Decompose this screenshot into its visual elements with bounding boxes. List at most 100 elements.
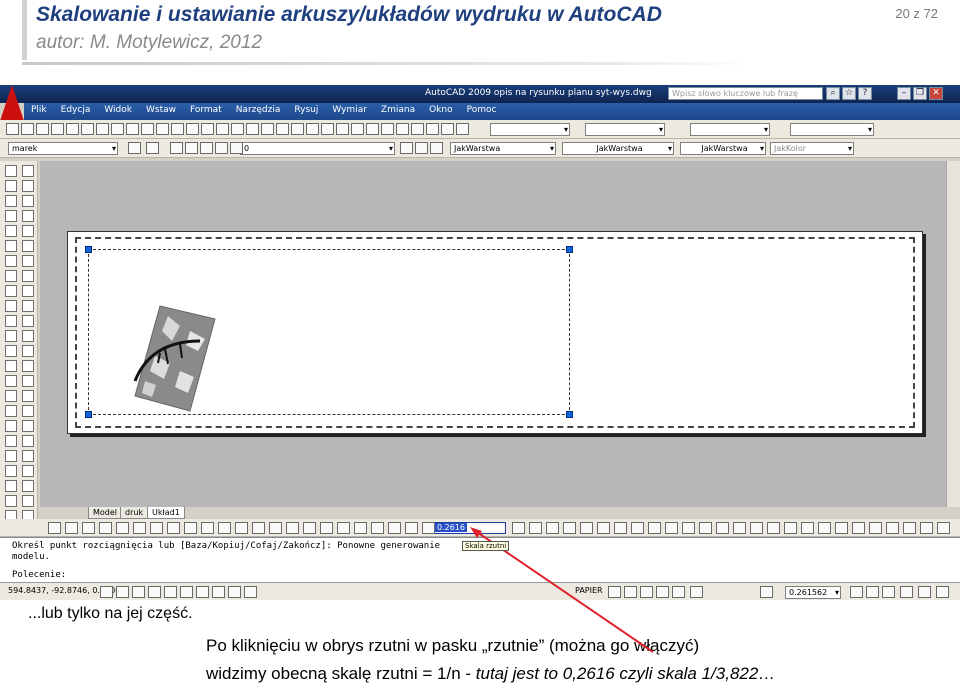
tool-icon[interactable] bbox=[150, 522, 163, 534]
tool-icon[interactable] bbox=[801, 522, 814, 534]
status-scale-dropdown[interactable]: 0.261562 bbox=[785, 586, 841, 599]
tool-icon[interactable] bbox=[252, 522, 265, 534]
tool-icon[interactable] bbox=[185, 142, 198, 154]
tool-icon[interactable] bbox=[81, 123, 94, 135]
tool-icon[interactable] bbox=[22, 375, 34, 387]
tool-icon[interactable] bbox=[231, 123, 244, 135]
tool-icon[interactable] bbox=[22, 165, 34, 177]
tool-icon[interactable] bbox=[246, 123, 259, 135]
status-toggle-icon[interactable] bbox=[164, 586, 177, 598]
tool-icon[interactable] bbox=[5, 210, 17, 222]
tool-icon[interactable] bbox=[22, 420, 34, 432]
visual-style-dropdown[interactable] bbox=[690, 123, 770, 136]
status-toggle-icon[interactable] bbox=[900, 586, 913, 598]
tool-icon[interactable] bbox=[381, 123, 394, 135]
tool-icon[interactable] bbox=[5, 420, 17, 432]
tool-icon[interactable] bbox=[218, 522, 231, 534]
drawing-area[interactable] bbox=[40, 161, 946, 507]
tool-icon[interactable] bbox=[22, 210, 34, 222]
lineweight-dropdown[interactable]: JakWarstwa bbox=[680, 142, 766, 155]
tool-icon[interactable] bbox=[141, 123, 154, 135]
tool-icon[interactable] bbox=[665, 522, 678, 534]
status-toggle-icon[interactable] bbox=[212, 586, 225, 598]
tool-icon[interactable] bbox=[336, 123, 349, 135]
tool-icon[interactable] bbox=[22, 345, 34, 357]
tool-icon[interactable] bbox=[306, 123, 319, 135]
menu-item[interactable]: Format bbox=[183, 103, 229, 115]
status-toggle-icon[interactable] bbox=[640, 586, 653, 598]
tool-icon[interactable] bbox=[5, 345, 17, 357]
tool-icon[interactable] bbox=[631, 522, 644, 534]
tool-icon[interactable] bbox=[126, 123, 139, 135]
tool-icon[interactable] bbox=[5, 360, 17, 372]
tool-icon[interactable] bbox=[422, 522, 435, 534]
tool-icon[interactable] bbox=[96, 123, 109, 135]
tool-icon[interactable] bbox=[36, 123, 49, 135]
menu-item[interactable]: Narzędzia bbox=[229, 103, 288, 115]
tool-icon[interactable] bbox=[5, 300, 17, 312]
tool-icon[interactable] bbox=[48, 522, 61, 534]
tool-icon[interactable] bbox=[22, 390, 34, 402]
tool-icon[interactable] bbox=[415, 142, 428, 154]
status-toggle-icon[interactable] bbox=[132, 586, 145, 598]
tool-icon[interactable] bbox=[5, 375, 17, 387]
layer-state-dropdown[interactable] bbox=[490, 123, 570, 136]
tool-icon[interactable] bbox=[230, 142, 243, 154]
tool-icon[interactable] bbox=[111, 123, 124, 135]
tool-icon[interactable] bbox=[167, 522, 180, 534]
tool-icon[interactable] bbox=[216, 123, 229, 135]
tool-icon[interactable] bbox=[5, 165, 17, 177]
star-icon[interactable]: ☆ bbox=[842, 87, 856, 100]
tool-icon[interactable] bbox=[903, 522, 916, 534]
tool-icon[interactable] bbox=[184, 522, 197, 534]
tool-icon[interactable] bbox=[170, 142, 183, 154]
status-toggle-icon[interactable] bbox=[608, 586, 621, 598]
tool-icon[interactable] bbox=[699, 522, 712, 534]
close-icon[interactable]: ✕ bbox=[929, 87, 943, 100]
status-toggle-icon[interactable] bbox=[180, 586, 193, 598]
layer-dropdown[interactable]: 0 bbox=[240, 142, 395, 155]
tool-icon[interactable] bbox=[835, 522, 848, 534]
tool-icon[interactable] bbox=[235, 522, 248, 534]
status-toggle-icon[interactable] bbox=[760, 586, 773, 598]
tool-icon[interactable] bbox=[456, 123, 469, 135]
tool-icon[interactable] bbox=[261, 123, 274, 135]
tool-icon[interactable] bbox=[852, 522, 865, 534]
minimize-icon[interactable]: – bbox=[897, 87, 911, 100]
tool-icon[interactable] bbox=[320, 522, 333, 534]
menu-item[interactable]: Zmiana bbox=[374, 103, 422, 115]
tool-icon[interactable] bbox=[597, 522, 610, 534]
tool-icon[interactable] bbox=[286, 522, 299, 534]
menu-item[interactable]: Edycja bbox=[54, 103, 98, 115]
tool-icon[interactable] bbox=[5, 465, 17, 477]
tool-icon[interactable] bbox=[400, 142, 413, 154]
tool-icon[interactable] bbox=[648, 522, 661, 534]
style-dropdown[interactable] bbox=[585, 123, 665, 136]
viewport-grip[interactable] bbox=[85, 246, 92, 253]
tool-icon[interactable] bbox=[682, 522, 695, 534]
named-view-dropdown[interactable] bbox=[790, 123, 874, 136]
tool-icon[interactable] bbox=[405, 522, 418, 534]
tool-icon[interactable] bbox=[430, 142, 443, 154]
tool-icon[interactable] bbox=[5, 255, 17, 267]
linetype-dropdown[interactable]: JakWarstwa bbox=[562, 142, 674, 155]
tab-druk[interactable]: druk bbox=[120, 507, 149, 519]
status-toggle-icon[interactable] bbox=[244, 586, 257, 598]
status-toggle-icon[interactable] bbox=[656, 586, 669, 598]
tool-icon[interactable] bbox=[21, 123, 34, 135]
tool-icon[interactable] bbox=[22, 315, 34, 327]
vertical-scrollbar[interactable] bbox=[946, 161, 960, 507]
tool-icon[interactable] bbox=[920, 522, 933, 534]
tool-icon[interactable] bbox=[156, 123, 169, 135]
tool-icon[interactable] bbox=[200, 142, 213, 154]
menu-item[interactable]: Wstaw bbox=[139, 103, 183, 115]
menu-item[interactable]: Pomoc bbox=[460, 103, 504, 115]
tool-icon[interactable] bbox=[818, 522, 831, 534]
tool-icon[interactable] bbox=[133, 522, 146, 534]
tab-uklad1[interactable]: Układ1 bbox=[147, 507, 185, 519]
color-dropdown[interactable]: JakWarstwa bbox=[450, 142, 556, 155]
tool-icon[interactable] bbox=[767, 522, 780, 534]
viewport-grip[interactable] bbox=[566, 246, 573, 253]
tool-icon[interactable] bbox=[269, 522, 282, 534]
space-toggle[interactable]: PAPIER bbox=[575, 586, 603, 595]
